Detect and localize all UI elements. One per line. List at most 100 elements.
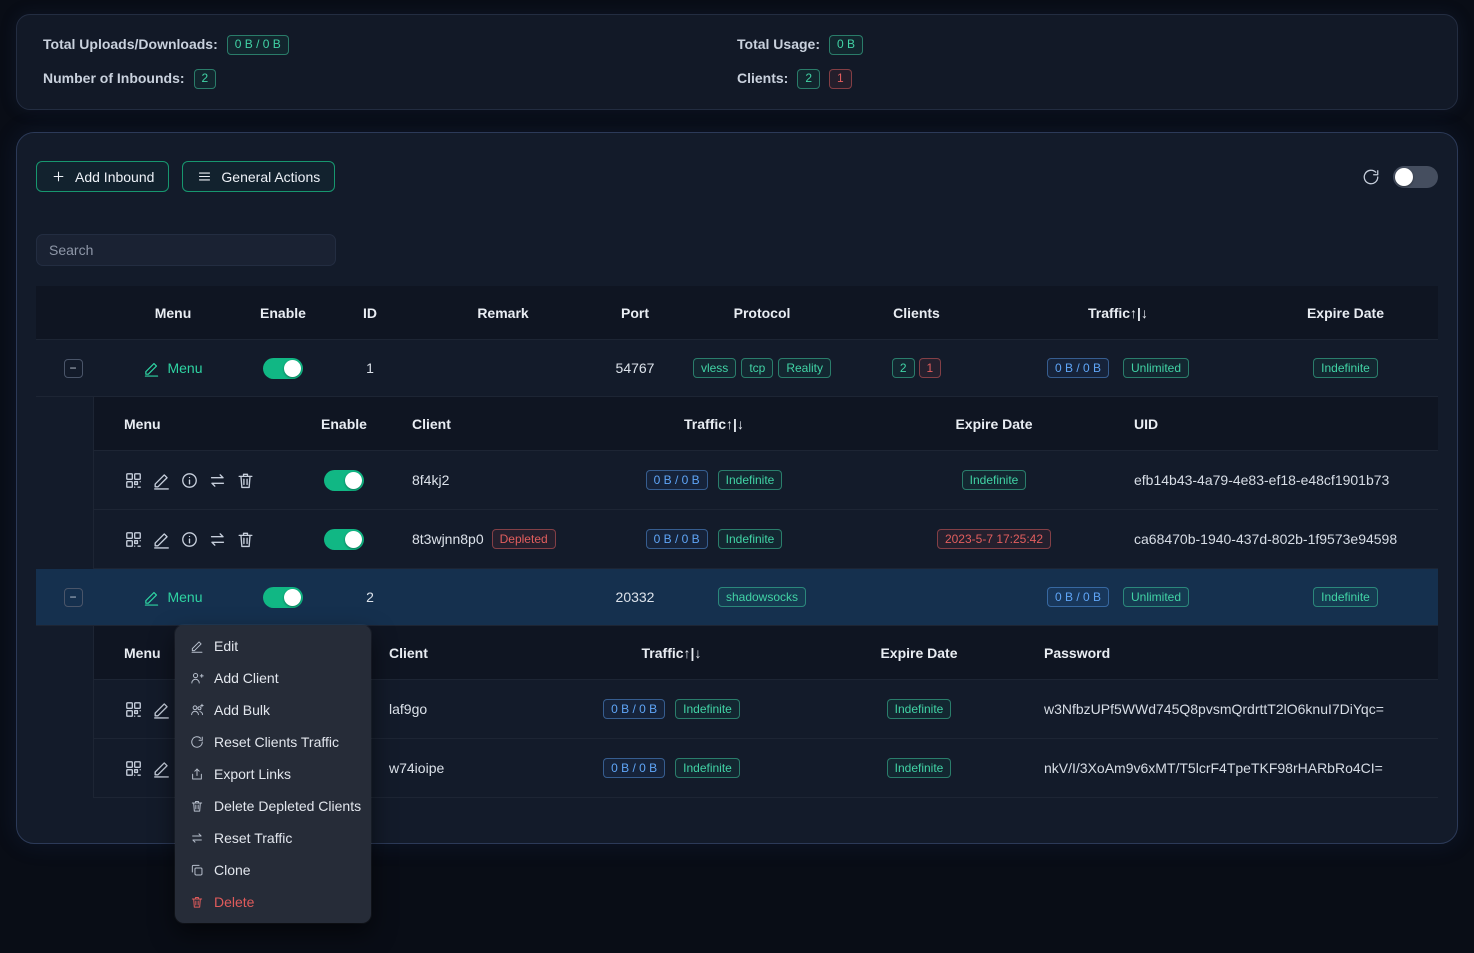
search-input[interactable] [36, 234, 336, 266]
client-name-cell: 8t3wjnn8p0 Depleted [394, 529, 574, 549]
inbound-1-port: 54767 [596, 360, 674, 376]
edit-pencil-icon[interactable] [152, 530, 171, 549]
menu-item-delete-depleted-clients[interactable]: Delete Depleted Clients [175, 790, 371, 822]
qr-code-icon[interactable] [124, 471, 143, 490]
menu-item-label: Clone [214, 862, 251, 878]
menu-item-label: Delete Depleted Clients [214, 798, 361, 814]
add-inbound-button[interactable]: Add Inbound [36, 161, 169, 192]
inbound-2-id: 2 [330, 589, 410, 605]
traffic-limit-badge: Indefinite [718, 470, 783, 490]
export-icon [190, 767, 204, 781]
delete-trash-icon[interactable] [236, 471, 255, 490]
inbound-2-menu-label: Menu [167, 589, 202, 605]
header-expire-date: Expire Date [854, 416, 1134, 432]
menu-item-label: Add Bulk [214, 702, 270, 718]
reset-traffic-icon[interactable] [208, 530, 227, 549]
expand-cell: − [36, 359, 110, 378]
clients-active-badge: 2 [797, 69, 820, 89]
menu-item-delete[interactable]: Delete [175, 886, 371, 918]
qr-code-icon[interactable] [124, 700, 143, 719]
trash-icon [190, 895, 204, 909]
menu-item-reset-traffic[interactable]: Reset Traffic [175, 822, 371, 854]
info-icon[interactable] [180, 530, 199, 549]
clients-depleted-badge: 1 [829, 69, 852, 89]
menu-item-clone[interactable]: Clone [175, 854, 371, 886]
menu-lines-icon [197, 169, 212, 184]
inbound-context-menu: Edit Add Client Add Bulk Reset Clients T… [175, 625, 371, 923]
header-clients: Clients [850, 305, 983, 321]
info-icon[interactable] [180, 471, 199, 490]
client-name: w74ioipe [369, 760, 549, 776]
collapse-inbound-2-button[interactable]: − [64, 588, 83, 607]
inbound-2-enable-toggle[interactable] [263, 587, 303, 608]
menu-item-label: Add Client [214, 670, 279, 686]
menu-item-edit[interactable]: Edit [175, 630, 371, 662]
clients-active-badge: 2 [892, 358, 915, 378]
expire-badge: Indefinite [962, 470, 1027, 490]
protocol-badge: Reality [778, 358, 831, 378]
inbound-1-enable-toggle[interactable] [263, 358, 303, 379]
header-traffic[interactable]: Traffic↑|↓ [574, 416, 854, 432]
inbound-1-protocols: vless tcp Reality [674, 358, 850, 378]
xui-inbounds-page: Total Uploads/Downloads: 0 B / 0 B Numbe… [0, 0, 1474, 953]
client-enable-toggle[interactable] [324, 529, 364, 550]
menu-item-add-client[interactable]: Add Client [175, 662, 371, 694]
edit-pencil-icon [143, 589, 160, 606]
stats-card: Total Uploads/Downloads: 0 B / 0 B Numbe… [16, 14, 1458, 110]
menu-cell: Menu [110, 360, 236, 377]
collapse-inbound-1-button[interactable]: − [64, 359, 83, 378]
traffic-badge: 0 B / 0 B [1047, 587, 1109, 607]
inbound-2-traffic: 0 B / 0 B Unlimited [983, 587, 1253, 607]
stat-total-uploads-downloads: Total Uploads/Downloads: 0 B / 0 B [43, 34, 737, 55]
edit-pencil-icon[interactable] [152, 700, 171, 719]
users-plus-icon [190, 703, 204, 717]
header-uid: UID [1134, 416, 1438, 432]
header-port: Port [596, 305, 674, 321]
header-enable: Enable [294, 416, 394, 432]
header-id: ID [330, 305, 410, 321]
menu-item-export-links[interactable]: Export Links [175, 758, 371, 790]
general-actions-label: General Actions [221, 169, 320, 185]
refresh-icon [190, 735, 204, 749]
inbound-2-menu-button[interactable]: Menu [143, 589, 202, 606]
enable-cell [236, 587, 330, 608]
trash-icon [190, 799, 204, 813]
qr-code-icon[interactable] [124, 759, 143, 778]
total-usage-badge: 0 B [829, 35, 863, 55]
delete-trash-icon[interactable] [236, 530, 255, 549]
menu-item-add-bulk[interactable]: Add Bulk [175, 694, 371, 726]
dark-mode-toggle[interactable] [1393, 166, 1438, 188]
refresh-icon[interactable] [1362, 168, 1380, 186]
client-uid: efb14b43-4a79-4e83-ef18-e48cf1901b73 [1134, 472, 1438, 488]
client-expire: Indefinite [794, 758, 1044, 778]
qr-code-icon[interactable] [124, 530, 143, 549]
inbound-1-traffic: 0 B / 0 B Unlimited [983, 358, 1253, 378]
client-traffic: 0 B / 0 B Indefinite [549, 699, 794, 719]
inbounds-table-header: Menu Enable ID Remark Port Protocol Clie… [36, 286, 1438, 340]
edit-pencil-icon[interactable] [152, 759, 171, 778]
inbound-1-menu-button[interactable]: Menu [143, 360, 202, 377]
traffic-badge: 0 B / 0 B [1047, 358, 1109, 378]
copy-icon [190, 863, 204, 877]
edit-pencil-icon[interactable] [152, 471, 171, 490]
traffic-limit-badge: Indefinite [675, 758, 740, 778]
menu-item-reset-clients-traffic[interactable]: Reset Clients Traffic [175, 726, 371, 758]
traffic-limit-badge: Indefinite [675, 699, 740, 719]
stats-left-column: Total Uploads/Downloads: 0 B / 0 B Numbe… [43, 34, 737, 89]
menu-item-label: Reset Traffic [214, 830, 292, 846]
client-enable-toggle[interactable] [324, 470, 364, 491]
protocol-badge: tcp [741, 358, 773, 378]
traffic-badge: 0 B / 0 B [603, 758, 665, 778]
header-traffic[interactable]: Traffic↑|↓ [983, 305, 1253, 321]
header-expire-date: Expire Date [794, 645, 1044, 661]
header-menu: Menu [110, 305, 236, 321]
header-traffic[interactable]: Traffic↑|↓ [549, 645, 794, 661]
edit-icon [190, 639, 204, 653]
depleted-badge: Depleted [492, 529, 556, 549]
general-actions-button[interactable]: General Actions [182, 161, 335, 192]
client-name: laf9go [369, 701, 549, 717]
expire-badge: Indefinite [887, 758, 952, 778]
inbound-row-2: − Menu 2 20332 shadowsocks [36, 569, 1438, 626]
reset-traffic-icon[interactable] [208, 471, 227, 490]
menu-item-label: Export Links [214, 766, 291, 782]
